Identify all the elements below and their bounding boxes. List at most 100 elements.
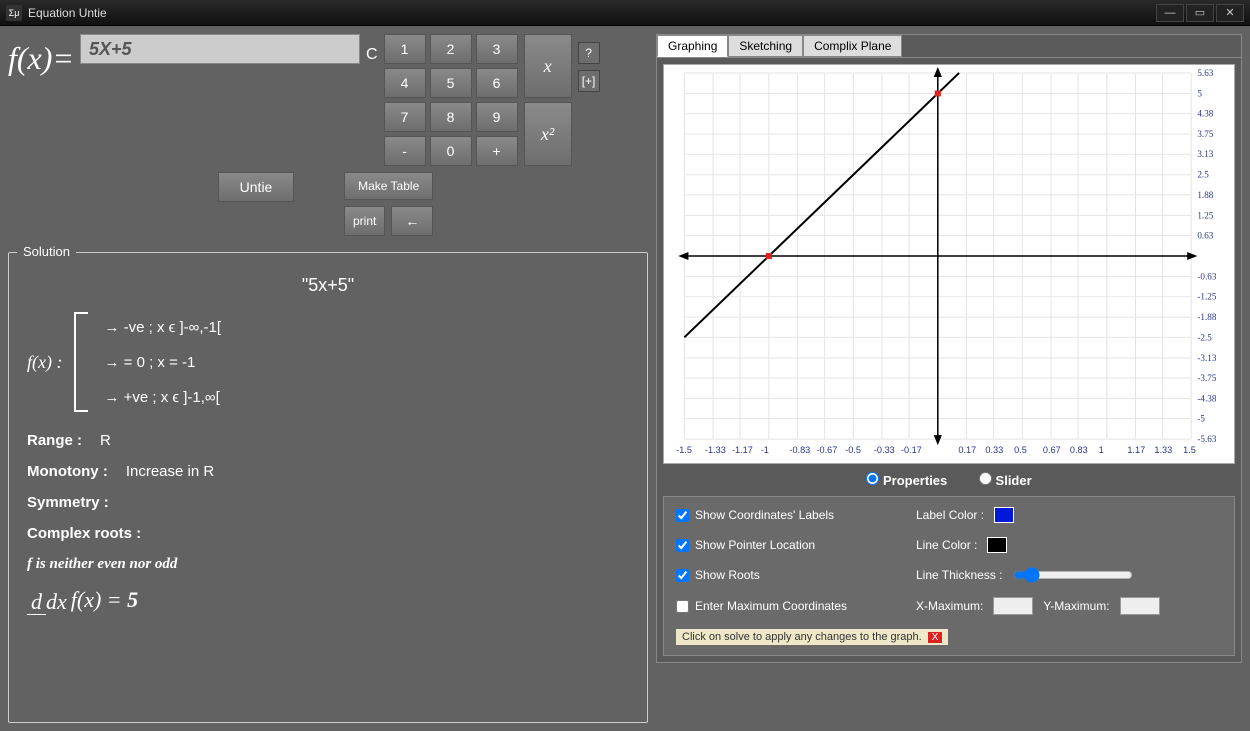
label-color-label: Label Color : (916, 508, 984, 522)
svg-text:0.63: 0.63 (1197, 231, 1213, 241)
svg-text:2.5: 2.5 (1197, 170, 1209, 180)
properties-panel: Show Coordinates' Labels Label Color : S… (663, 496, 1235, 656)
ymax-label: Y-Maximum: (1043, 599, 1109, 613)
bracket-icon (74, 312, 92, 412)
window-title: Equation Untie (28, 6, 107, 20)
svg-text:0.5: 0.5 (1014, 445, 1027, 455)
radio-slider[interactable]: Slider (979, 473, 1032, 488)
label-show-roots: Show Roots (695, 568, 760, 582)
fx-sign-label: f(x) : (27, 352, 62, 373)
svg-text:1.17: 1.17 (1127, 445, 1145, 455)
range-value: R (100, 432, 111, 449)
checkbox-show-pointer[interactable] (676, 539, 689, 552)
tab-sketching[interactable]: Sketching (728, 35, 803, 57)
keypad-7[interactable]: 7 (384, 102, 426, 132)
svg-text:1.5: 1.5 (1183, 445, 1196, 455)
label-color-swatch[interactable] (994, 507, 1014, 523)
xmax-input[interactable] (993, 597, 1033, 615)
fx-label: f(x)= (8, 34, 74, 77)
svg-text:-5.63: -5.63 (1197, 434, 1217, 444)
tabs: Graphing Sketching Complix Plane (656, 34, 1242, 58)
backspace-button[interactable]: ← (391, 206, 433, 236)
print-button[interactable]: print (344, 206, 385, 236)
solution-legend: Solution (17, 244, 76, 259)
svg-text:5.63: 5.63 (1197, 68, 1213, 78)
untie-button[interactable]: Untie (218, 172, 294, 202)
keypad-minus[interactable]: - (384, 136, 426, 166)
svg-text:-1.88: -1.88 (1197, 312, 1217, 322)
tab-complix[interactable]: Complix Plane (803, 35, 902, 57)
line-color-label: Line Color : (916, 538, 977, 552)
svg-text:-5: -5 (1197, 414, 1205, 424)
solution-title: "5x+5" (21, 275, 635, 296)
keypad-3[interactable]: 3 (476, 34, 518, 64)
help-button[interactable]: ? (578, 42, 600, 64)
ymax-input[interactable] (1120, 597, 1160, 615)
checkbox-show-roots[interactable] (676, 569, 689, 582)
svg-text:0.17: 0.17 (958, 445, 976, 455)
tab-graphing[interactable]: Graphing (657, 35, 728, 57)
svg-text:-0.5: -0.5 (845, 445, 861, 455)
label-show-pointer: Show Pointer Location (695, 538, 815, 552)
line-thickness-label: Line Thickness : (916, 568, 1003, 582)
svg-text:1.88: 1.88 (1197, 190, 1213, 200)
line-color-swatch[interactable] (987, 537, 1007, 553)
keypad-1[interactable]: 1 (384, 34, 426, 64)
svg-text:-1.5: -1.5 (676, 445, 692, 455)
svg-text:-3.75: -3.75 (1197, 373, 1217, 383)
svg-text:-1.33: -1.33 (705, 445, 726, 455)
svg-text:3.75: 3.75 (1197, 129, 1213, 139)
svg-text:0.33: 0.33 (985, 445, 1003, 455)
keypad-5[interactable]: 5 (430, 68, 472, 98)
keypad-6[interactable]: 6 (476, 68, 518, 98)
svg-text:1.33: 1.33 (1154, 445, 1172, 455)
sign-positive: +ve ; x ϵ ]-1,∞[ (104, 389, 221, 406)
notice-bar: Click on solve to apply any changes to t… (676, 629, 948, 645)
notice-close[interactable]: X (928, 632, 943, 643)
keypad-4[interactable]: 4 (384, 68, 426, 98)
svg-text:-0.67: -0.67 (816, 445, 837, 455)
keypad-9[interactable]: 9 (476, 102, 518, 132)
sign-zero: = 0 ; x = -1 (104, 354, 221, 371)
svg-text:-4.38: -4.38 (1197, 394, 1217, 404)
function-input[interactable] (80, 34, 360, 64)
derivative: ddxf(x) = 5 (27, 587, 635, 615)
radio-properties[interactable]: Properties (866, 473, 947, 488)
checkbox-enter-max[interactable] (676, 600, 689, 613)
svg-text:0.67: 0.67 (1043, 445, 1061, 455)
notice-text: Click on solve to apply any changes to t… (682, 631, 922, 643)
svg-text:-0.63: -0.63 (1197, 272, 1217, 282)
close-button[interactable]: ✕ (1216, 4, 1244, 22)
svg-text:1: 1 (1099, 445, 1104, 455)
graph-canvas[interactable]: 5.6354.383.753.132.51.881.250.63-0.63-1.… (663, 64, 1235, 464)
complex-roots-label: Complex roots : (27, 525, 141, 542)
sign-negative: -ve ; x ϵ ]-∞,-1[ (104, 319, 221, 336)
expand-button[interactable]: [+] (578, 70, 600, 92)
svg-text:-2.5: -2.5 (1197, 332, 1212, 342)
minimize-button[interactable]: — (1156, 4, 1184, 22)
checkbox-show-coords[interactable] (676, 509, 689, 522)
svg-text:-3.13: -3.13 (1197, 353, 1217, 363)
keypad-x2[interactable]: x² (524, 102, 572, 166)
svg-text:-0.17: -0.17 (901, 445, 922, 455)
parity-text: f is neither even nor odd (27, 556, 635, 573)
make-table-button[interactable]: Make Table (344, 172, 433, 200)
solution-panel: Solution "5x+5" f(x) : -ve ; x ϵ ]-∞,-1[… (8, 252, 648, 723)
range-label: Range : (27, 432, 82, 449)
keypad-0[interactable]: 0 (430, 136, 472, 166)
line-thickness-slider[interactable] (1013, 567, 1133, 583)
maximize-button[interactable]: ▭ (1186, 4, 1214, 22)
svg-text:5: 5 (1197, 89, 1202, 99)
derivative-value: 5 (127, 587, 138, 612)
svg-text:4.38: 4.38 (1197, 109, 1213, 119)
svg-text:-1.17: -1.17 (732, 445, 753, 455)
symmetry-label: Symmetry : (27, 494, 109, 511)
keypad-x[interactable]: x (524, 34, 572, 98)
keypad-8[interactable]: 8 (430, 102, 472, 132)
svg-text:-1.25: -1.25 (1197, 292, 1217, 302)
keypad-2[interactable]: 2 (430, 34, 472, 64)
svg-text:-0.83: -0.83 (789, 445, 810, 455)
constant-label: C (366, 34, 378, 64)
keypad-plus[interactable]: + (476, 136, 518, 166)
svg-text:-1: -1 (761, 445, 769, 455)
